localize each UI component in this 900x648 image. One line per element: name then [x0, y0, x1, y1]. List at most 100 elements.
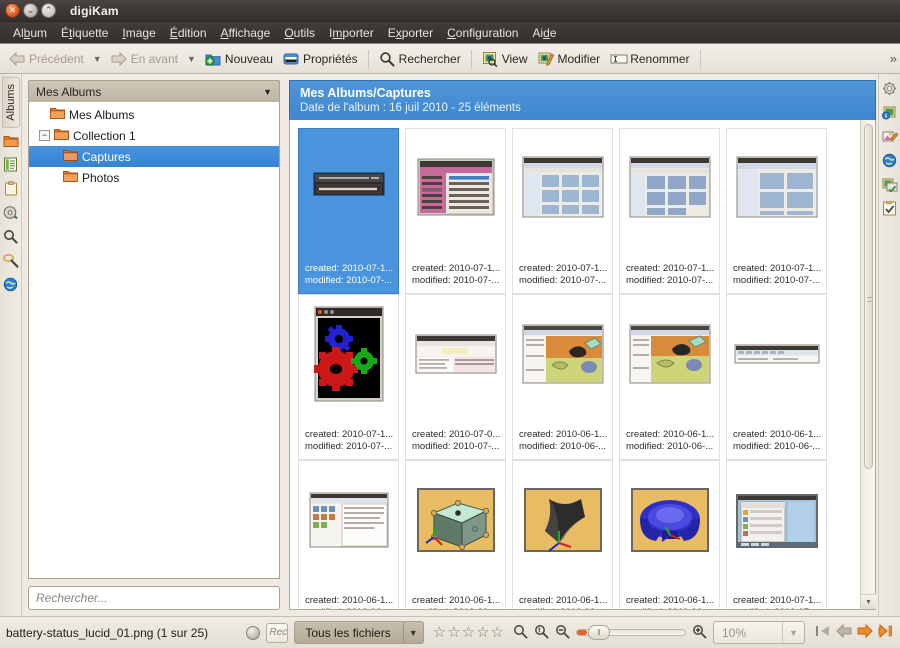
- menu-outils[interactable]: Outils: [277, 24, 322, 42]
- thumbnail-item[interactable]: created: 2010-07-1... modified: 2010-07-…: [405, 128, 506, 294]
- menu-edition[interactable]: Édition: [163, 24, 214, 42]
- sidebar-search-input[interactable]: Rechercher...: [28, 586, 280, 610]
- thumbnail-item[interactable]: created: 2010-07-1... modified: 2010-07-…: [726, 460, 827, 609]
- star-icon[interactable]: ☆: [491, 625, 504, 640]
- gear-icon[interactable]: [882, 81, 897, 99]
- search-icon[interactable]: [3, 229, 18, 247]
- metadata-icon[interactable]: [882, 129, 899, 147]
- thumbnail-item[interactable]: created: 2010-07-0... modified: 2010-07-…: [405, 294, 506, 460]
- slider-handle[interactable]: ‖: [588, 625, 610, 640]
- album-title: Mes Albums/Captures: [300, 86, 431, 100]
- search-icon: [379, 51, 395, 67]
- properties-icon[interactable]: [882, 105, 897, 123]
- chevron-down-icon[interactable]: ▼: [782, 622, 804, 643]
- fuzzy-search-icon[interactable]: [2, 253, 19, 271]
- scroll-down-button[interactable]: ▼: [861, 594, 876, 609]
- forward-dropdown[interactable]: ▼: [183, 54, 200, 64]
- star-icon[interactable]: ☆: [447, 625, 460, 640]
- thumbnail-item[interactable]: created: 2010-07-1... modified: 2010-07-…: [619, 128, 720, 294]
- thumbnail-item[interactable]: created: 2010-06-1... modified: 2010-06-…: [726, 294, 827, 460]
- tree-item-captures[interactable]: Captures: [29, 146, 279, 167]
- thumbnail-item[interactable]: created: 2010-07-1... modified: 2010-07-…: [298, 128, 399, 294]
- thumbnail-item[interactable]: created: 2010-06-1... modified: 2010-06-…: [298, 460, 399, 609]
- star-icon[interactable]: ☆: [462, 625, 475, 640]
- tags-icon[interactable]: [3, 157, 18, 175]
- expander-collapse-icon[interactable]: −: [39, 130, 50, 141]
- zoom-slider[interactable]: ‖: [576, 624, 686, 642]
- maximize-icon[interactable]: ⌃: [41, 3, 56, 18]
- edit-button[interactable]: Modifier: [533, 49, 606, 69]
- thumbnail-caption: created: 2010-06-1... modified: 2010-06-…: [626, 429, 715, 452]
- sidebar-tab-albums[interactable]: Albums: [1, 77, 20, 128]
- thumbnail-image: [626, 299, 714, 409]
- tree-item-mes-albums[interactable]: Mes Albums: [29, 104, 279, 125]
- thumbnail-item[interactable]: created: 2010-06-1... modified: 2010-06-…: [619, 460, 720, 609]
- globe-icon[interactable]: [882, 153, 897, 171]
- status-bar: battery-status_lucid_01.png (1 sur 25) R…: [0, 616, 900, 648]
- thumbnail-caption: created: 2010-07-1... modified: 2010-07-…: [733, 595, 822, 609]
- menu-importer[interactable]: Importer: [322, 24, 381, 42]
- close-icon[interactable]: ✕: [5, 3, 20, 18]
- back-button[interactable]: Précédent: [4, 50, 89, 68]
- thumbnail-item[interactable]: created: 2010-07-1... modified: 2010-07-…: [726, 128, 827, 294]
- properties-button[interactable]: Propriétés: [278, 49, 363, 69]
- menu-aide[interactable]: Aide: [525, 24, 563, 42]
- sidebar-search-placeholder: Rechercher...: [36, 591, 108, 605]
- zoom-100-icon[interactable]: [534, 624, 549, 642]
- star-icon[interactable]: ☆: [433, 625, 446, 640]
- rating-filter[interactable]: ☆ ☆ ☆ ☆ ☆: [430, 625, 507, 640]
- zoom-level-combo[interactable]: 10% ▼: [713, 621, 805, 644]
- previous-icon[interactable]: [836, 623, 852, 641]
- folder-icon[interactable]: [3, 134, 19, 151]
- rec-button[interactable]: Rec: [266, 622, 289, 643]
- checkmark-icon[interactable]: [882, 200, 897, 219]
- album-tree[interactable]: Mes Albums − Collection 1 Captures Photo…: [28, 102, 280, 579]
- first-icon[interactable]: [815, 624, 831, 641]
- thumbnail-scrollbar[interactable]: ▼: [860, 120, 876, 609]
- thumbnail-item[interactable]: created: 2010-06-1... modified: 2010-06-…: [619, 294, 720, 460]
- expander-placeholder: [35, 109, 46, 120]
- window-title: digiKam: [70, 3, 119, 18]
- thumbnail-item[interactable]: created: 2010-07-1... modified: 2010-07-…: [512, 128, 613, 294]
- next-icon[interactable]: [857, 623, 873, 641]
- menu-etiquette[interactable]: Étiquette: [54, 24, 115, 42]
- file-filter-combo[interactable]: Tous les fichiers ▼: [294, 621, 424, 644]
- toolbar-overflow-button[interactable]: »: [890, 51, 897, 66]
- thumbnail-grid[interactable]: created: 2010-07-1... modified: 2010-07-…: [290, 120, 860, 609]
- last-icon[interactable]: [878, 623, 894, 641]
- properties-label: Propriétés: [302, 51, 358, 66]
- thumbnail-image: [412, 465, 500, 575]
- scrollbar-grip: [867, 296, 872, 302]
- scrollbar-thumb[interactable]: [864, 124, 873, 469]
- map-icon[interactable]: [3, 277, 18, 295]
- minimize-icon[interactable]: ⌄: [23, 3, 38, 18]
- zoom-out-icon[interactable]: [555, 624, 570, 642]
- new-button[interactable]: Nouveau: [200, 49, 278, 69]
- rename-button[interactable]: Renommer: [605, 49, 694, 69]
- menu-image[interactable]: Image: [115, 24, 162, 42]
- tree-item-photos[interactable]: Photos: [29, 167, 279, 188]
- back-dropdown[interactable]: ▼: [89, 54, 106, 64]
- menu-configuration[interactable]: Configuration: [440, 24, 525, 42]
- chevron-down-icon[interactable]: ▼: [402, 622, 423, 643]
- star-icon[interactable]: ☆: [476, 625, 489, 640]
- thumbnail-item[interactable]: created: 2010-06-1... modified: 2010-06-…: [512, 460, 613, 609]
- timeline-icon[interactable]: [3, 205, 18, 223]
- menu-affichage[interactable]: Affichage: [214, 24, 278, 42]
- chevron-down-icon[interactable]: ▼: [263, 87, 272, 97]
- search-button[interactable]: Rechercher: [374, 49, 466, 69]
- thumbnail-item[interactable]: created: 2010-06-1... modified: 2010-06-…: [512, 294, 613, 460]
- properties-icon: [283, 51, 299, 67]
- thumbnail-item[interactable]: created: 2010-06-1... modified: 2010-06-…: [405, 460, 506, 609]
- thumbnail-caption: created: 2010-07-1... modified: 2010-07-…: [733, 263, 822, 286]
- clipboard-icon[interactable]: [4, 180, 18, 199]
- view-button[interactable]: View: [477, 49, 533, 69]
- zoom-fit-icon[interactable]: [513, 624, 528, 642]
- forward-button[interactable]: En avant: [106, 50, 183, 68]
- captions-icon[interactable]: [882, 177, 898, 195]
- tree-item-collection-1[interactable]: − Collection 1: [29, 125, 279, 146]
- thumbnail-item[interactable]: created: 2010-07-1... modified: 2010-07-…: [298, 294, 399, 460]
- menu-album[interactable]: Album: [6, 24, 54, 42]
- menu-exporter[interactable]: Exporter: [381, 24, 440, 42]
- zoom-in-icon[interactable]: [692, 624, 707, 642]
